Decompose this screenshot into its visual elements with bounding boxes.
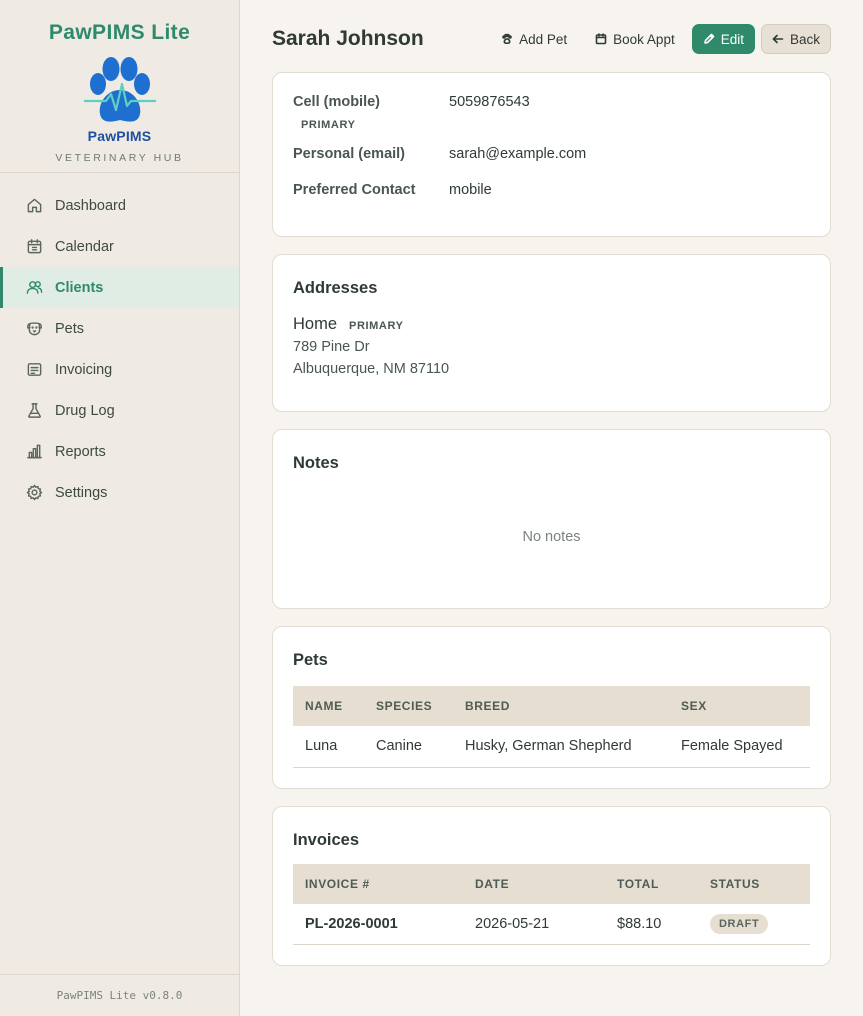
header-actions: Add Pet Book Appt Edit Back: [490, 24, 831, 54]
contact-label: Cell (mobile): [293, 94, 381, 110]
add-pet-button[interactable]: Add Pet: [490, 24, 578, 54]
page-header: Sarah Johnson Add Pet Book Appt Edit Bac…: [272, 0, 831, 72]
back-label: Back: [789, 31, 820, 47]
sidebar-item-drug-log[interactable]: Drug Log: [0, 390, 239, 431]
book-appt-label: Book Appt: [613, 31, 675, 47]
status-badge: DRAFT: [710, 913, 769, 934]
table-header-row: NAME SPECIES BREED SEX: [293, 686, 810, 726]
contact-label: Personal (email): [293, 146, 406, 162]
app-title[interactable]: PawPIMS Lite: [0, 20, 239, 46]
address-item: Home PRIMARY: [293, 315, 810, 334]
column-header: TOTAL: [605, 863, 698, 904]
invoice-status-cell: DRAFT: [698, 903, 810, 945]
sidebar-item-label: Pets: [55, 320, 85, 337]
contact-value[interactable]: 5059876543: [449, 94, 530, 110]
column-header: SEX: [669, 686, 810, 726]
contact-row-cell: Cell (mobile) 5059876543: [293, 94, 810, 110]
book-appt-button[interactable]: Book Appt: [584, 24, 686, 54]
arrow-left-icon: [772, 34, 784, 44]
notes-heading: Notes: [293, 454, 339, 472]
contact-card: Cell (mobile) 5059876543 PRIMARY Persona…: [272, 72, 831, 237]
bar-chart-icon: [25, 443, 43, 461]
invoices-table: INVOICE # DATE TOTAL STATUS PL-2026-0001…: [293, 863, 810, 945]
flask-icon: [25, 402, 43, 420]
sidebar-nav: Dashboard Calendar Clients Pets Invoicin…: [0, 185, 239, 513]
primary-badge: PRIMARY: [349, 320, 404, 332]
table-row[interactable]: PL-2026-0001 2026-05-21 $88.10 DRAFT: [293, 903, 810, 945]
address-line-2: Albuquerque, NM 87110: [293, 361, 450, 377]
sidebar-item-label: Invoicing: [55, 361, 113, 378]
pets-table: NAME SPECIES BREED SEX Luna Canine Husky…: [293, 686, 810, 768]
address-name: Home: [293, 315, 338, 333]
sidebar-item-label: Clients: [55, 279, 104, 296]
sidebar-item-label: Settings: [55, 484, 108, 501]
sidebar-item-label: Drug Log: [55, 402, 115, 419]
tagline: VETERINARY HUB: [55, 152, 184, 164]
invoices-heading: Invoices: [293, 830, 360, 849]
sidebar-item-label: Reports: [55, 443, 106, 460]
users-icon: [25, 279, 43, 297]
version-label: PawPIMS Lite v0.8.0: [0, 974, 239, 1016]
sidebar-item-settings[interactable]: Settings: [0, 472, 239, 513]
column-header: STATUS: [698, 863, 810, 904]
addresses-heading: Addresses: [293, 279, 378, 297]
pet-name-cell[interactable]: Luna: [293, 726, 364, 768]
invoice-total-cell: $88.10: [605, 903, 698, 945]
table-row[interactable]: Luna Canine Husky, German Shepherd Femal…: [293, 726, 810, 768]
sidebar-item-dashboard[interactable]: Dashboard: [0, 185, 239, 226]
contact-row-email: Personal (email) sarah@example.com: [293, 146, 810, 162]
brand-header: PawPIMS Lite PawPIMS VETERINARY HUB: [0, 0, 239, 173]
page-title: Sarah Johnson: [272, 27, 424, 50]
sidebar: PawPIMS Lite PawPIMS VETERINARY HUB Dash…: [0, 0, 240, 1016]
main-content: Sarah Johnson Add Pet Book Appt Edit Bac…: [272, 0, 831, 983]
column-header: DATE: [463, 863, 605, 904]
home-icon: [25, 197, 43, 215]
add-pet-label: Add Pet: [519, 31, 568, 47]
sidebar-item-clients[interactable]: Clients: [0, 267, 239, 308]
sidebar-item-calendar[interactable]: Calendar: [0, 226, 239, 267]
pet-sex-cell: Female Spayed: [669, 726, 810, 768]
gear-icon: [25, 484, 43, 502]
invoice-icon: [25, 361, 43, 379]
invoices-card: Invoices INVOICE # DATE TOTAL STATUS PL-…: [272, 805, 831, 966]
calendar-icon: [25, 238, 43, 256]
back-button[interactable]: Back: [760, 24, 831, 54]
pet-species-cell: Canine: [364, 726, 453, 768]
pets-card: Pets NAME SPECIES BREED SEX Luna Canine …: [272, 626, 831, 789]
paw-logo-icon: [83, 57, 156, 122]
paw-icon: [502, 33, 512, 45]
sidebar-item-invoicing[interactable]: Invoicing: [0, 349, 239, 390]
invoice-date-cell: 2026-05-21: [463, 903, 605, 945]
sidebar-item-label: Calendar: [55, 238, 114, 255]
edit-button[interactable]: Edit: [691, 24, 755, 54]
invoice-number-cell[interactable]: PL-2026-0001: [293, 903, 463, 945]
pencil-icon: [703, 33, 715, 44]
table-header-row: INVOICE # DATE TOTAL STATUS: [293, 863, 810, 904]
notes-empty-state: No notes: [522, 529, 581, 545]
edit-label: Edit: [720, 31, 744, 47]
sidebar-item-reports[interactable]: Reports: [0, 431, 239, 472]
logo-text: PawPIMS: [87, 128, 152, 144]
contact-row-preferred: Preferred Contact mobile: [293, 182, 810, 198]
dog-icon: [25, 320, 43, 338]
contact-label: Preferred Contact: [293, 182, 416, 198]
pet-breed-cell: Husky, German Shepherd: [453, 726, 669, 768]
primary-badge: PRIMARY: [301, 119, 356, 131]
addresses-card: Addresses Home PRIMARY 789 Pine Dr Albuq…: [272, 254, 831, 412]
pets-heading: Pets: [293, 651, 328, 669]
sidebar-item-pets[interactable]: Pets: [0, 308, 239, 349]
column-header: BREED: [453, 686, 669, 726]
column-header: NAME: [293, 686, 364, 726]
column-header: INVOICE #: [293, 863, 463, 904]
contact-value: mobile: [449, 182, 492, 198]
notes-card: Notes No notes: [272, 429, 831, 609]
address-line-1: 789 Pine Dr: [293, 339, 370, 355]
sidebar-item-label: Dashboard: [55, 197, 126, 214]
column-header: SPECIES: [364, 686, 453, 726]
contact-value[interactable]: sarah@example.com: [449, 146, 586, 162]
calendar-icon: [595, 33, 607, 45]
